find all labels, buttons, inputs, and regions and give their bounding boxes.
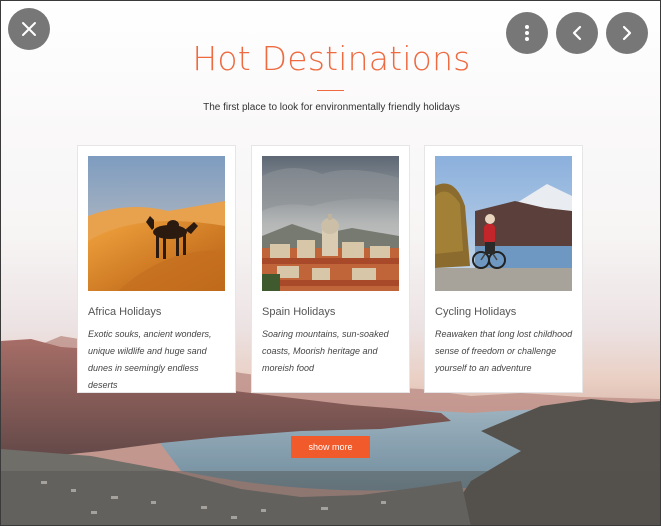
title-divider: [317, 90, 344, 91]
card-title: Spain Holidays: [262, 306, 336, 318]
lightbox-frame: Hot Destinations The first place to look…: [0, 0, 661, 526]
page-title: Hot Destinations: [192, 39, 471, 78]
card-title: Africa Holidays: [88, 306, 162, 318]
destination-card-spain[interactable]: Spain Holidays Soaring mountains, sun-so…: [252, 146, 409, 392]
show-more-button[interactable]: show more: [291, 436, 370, 458]
card-description: Soaring mountains, sun-soaked coasts, Mo…: [262, 329, 389, 373]
spanish-town-image: [262, 156, 399, 291]
cyclist-mountain-image: [435, 156, 572, 291]
desert-camel-image: [88, 156, 225, 291]
card-description: Exotic souks, ancient wonders, unique wi…: [88, 329, 212, 390]
page-subtitle: The first place to look for environmenta…: [203, 102, 460, 113]
card-description: Reawaken that long lost childhood sense …: [435, 329, 573, 373]
card-title: Cycling Holidays: [435, 306, 517, 318]
destination-card-cycling[interactable]: Cycling Holidays Reawaken that long lost…: [425, 146, 582, 392]
close-icon: [22, 22, 36, 36]
destination-card-africa[interactable]: Africa Holidays Exotic souks, ancient wo…: [78, 146, 235, 392]
